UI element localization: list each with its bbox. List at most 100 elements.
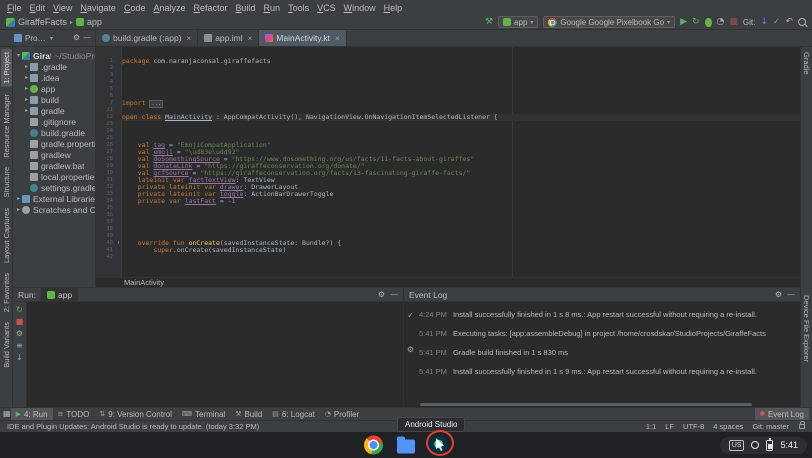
tree-item-gradle[interactable]: ▸.gradle	[13, 61, 95, 72]
chevron-right-icon[interactable]: ▸	[15, 206, 22, 213]
code-line-41[interactable]: 41 super.onCreate(savedInstanceState)	[96, 247, 800, 254]
run-console[interactable]	[27, 302, 403, 407]
log-entry[interactable]: 5:41 PMGradle build finished in 1 s 830 …	[419, 348, 797, 357]
tab-app-iml[interactable]: app.iml×	[198, 30, 259, 46]
tool-button-build[interactable]: ⚒Build	[230, 408, 267, 420]
code-line-37[interactable]: 37	[96, 219, 800, 226]
debug-button[interactable]	[705, 18, 712, 27]
code-line-6[interactable]: 6	[96, 93, 800, 100]
chevron-right-icon[interactable]: ▸	[23, 96, 30, 103]
menu-navigate[interactable]: Navigate	[76, 3, 120, 13]
tree-item-giraffefacts[interactable]: ▾GiraffeFacts~/StudioProjects/GiraffeFac…	[13, 50, 95, 61]
code-line-22[interactable]: 22open class MainActivity : AppCompatAct…	[96, 114, 800, 121]
tree-item-gradle[interactable]: ▸gradle	[13, 105, 95, 116]
search-everywhere-icon[interactable]	[798, 18, 806, 26]
tool-button-profiler[interactable]: ◔Profiler	[320, 408, 364, 420]
code-line-34[interactable]: 34 private var lastFact = -1	[96, 198, 800, 205]
menu-build[interactable]: Build	[232, 3, 260, 13]
tree-item-gitignore[interactable]: .gitignore	[13, 116, 95, 127]
status-message[interactable]: IDE and Plugin Updates: Android Studio i…	[7, 422, 638, 431]
editor-breadcrumb[interactable]: MainActivity	[124, 278, 164, 287]
chevron-right-icon[interactable]: ▸	[23, 74, 30, 81]
hide-panel-icon[interactable]: —	[390, 291, 398, 299]
code-line-1[interactable]: 1package com.naranjaconsal.giraffefacts	[96, 58, 800, 65]
tool-stripe-resource-manager[interactable]: Resource Manager	[1, 91, 12, 161]
scroll-to-end-button[interactable]: ↓	[16, 354, 23, 362]
status-1-1[interactable]: 1:1	[646, 422, 656, 431]
restore-layout-button[interactable]: ≡	[16, 342, 23, 350]
chevron-right-icon[interactable]: ▸	[23, 107, 30, 114]
tree-item-settings-gradle[interactable]: settings.gradle	[13, 182, 95, 193]
menu-vcs[interactable]: VCS	[313, 3, 340, 13]
run-settings-button[interactable]: ⚙	[16, 330, 23, 338]
chevron-down-icon[interactable]: ▾	[15, 52, 22, 59]
close-icon[interactable]: ×	[248, 34, 253, 43]
code-line-3[interactable]: 3	[96, 72, 800, 79]
stop-button[interactable]: ■	[16, 318, 24, 326]
breadcrumb-module[interactable]: app	[87, 17, 102, 27]
lock-icon[interactable]	[799, 424, 805, 429]
tree-item-gradlew-bat[interactable]: gradlew.bat	[13, 160, 95, 171]
tool-button-9-version-control[interactable]: ⇅9: Version Control	[94, 408, 176, 420]
tool-stripe-2-favorites[interactable]: 2: Favorites	[1, 270, 12, 315]
build-hammer-icon[interactable]: ⚒	[485, 18, 493, 27]
profile-button[interactable]: ◔	[717, 18, 725, 27]
close-icon[interactable]: ×	[187, 34, 192, 43]
close-icon[interactable]: ×	[335, 34, 340, 43]
menu-analyze[interactable]: Analyze	[149, 3, 189, 13]
tab-build-gradle-app[interactable]: build.gradle (:app)×	[96, 30, 198, 46]
mark-all-read-button[interactable]: ✓	[407, 312, 414, 320]
code-line-4[interactable]: 4	[96, 79, 800, 86]
code-line-2[interactable]: 2	[96, 65, 800, 72]
menu-code[interactable]: Code	[120, 3, 150, 13]
log-entry[interactable]: 5:41 PMExecuting tasks: [app:assembleDeb…	[419, 329, 797, 338]
code-line-23[interactable]: 23	[96, 121, 800, 128]
files-icon[interactable]	[397, 440, 415, 454]
code-line-24[interactable]: 24	[96, 128, 800, 135]
status-4-spaces[interactable]: 4 spaces	[713, 422, 743, 431]
code-line-5[interactable]: 5	[96, 86, 800, 93]
log-entry[interactable]: 5:41 PMInstall successfully finished in …	[419, 367, 797, 376]
log-entry[interactable]: 4:24 PMInstall successfully finished in …	[419, 310, 797, 319]
tool-button-6-logcat[interactable]: ▤6: Logcat	[267, 408, 320, 420]
tool-stripe-build-variants[interactable]: Build Variants	[1, 319, 12, 371]
hide-panel-icon[interactable]: —	[787, 291, 795, 299]
tree-item-gradle-properties[interactable]: gradle.properties	[13, 138, 95, 149]
menu-view[interactable]: View	[49, 3, 76, 13]
code-line-35[interactable]: 35	[96, 205, 800, 212]
tool-window-switcher-icon[interactable]: ▦	[3, 410, 11, 418]
scrollbar-thumb[interactable]	[420, 403, 753, 406]
code-line-42[interactable]: 42	[96, 254, 800, 261]
tree-item-local-properties[interactable]: local.properties	[13, 171, 95, 182]
tool-button-terminal[interactable]: ⌨Terminal	[177, 408, 230, 420]
rerun-app-button[interactable]: ↻	[16, 306, 23, 314]
gear-icon[interactable]: ⚙	[775, 291, 782, 299]
tool-stripe-gradle[interactable]: Gradle	[801, 49, 812, 78]
tab-mainactivity-kt[interactable]: MainActivity.kt×	[259, 30, 346, 46]
code-editor[interactable]: 1package com.naranjaconsal.giraffefacts2…	[96, 47, 800, 277]
tree-item-external-libraries[interactable]: ▸External Libraries	[13, 193, 95, 204]
chrome-icon[interactable]	[364, 436, 383, 455]
run-config-select[interactable]: app ▾	[498, 16, 538, 28]
tree-item-build[interactable]: ▸build	[13, 94, 95, 105]
breadcrumb-project[interactable]: GiraffeFacts	[18, 17, 67, 27]
tree-item-app[interactable]: ▸app	[13, 83, 95, 94]
tool-stripe-structure[interactable]: Structure	[1, 164, 12, 200]
menu-run[interactable]: Run	[260, 3, 285, 13]
tree-item-idea[interactable]: ▸.idea	[13, 72, 95, 83]
git-commit-button[interactable]: ✓	[773, 18, 781, 27]
code-line-36[interactable]: 36	[96, 212, 800, 219]
tool-stripe-device-file-explorer[interactable]: Device File Explorer	[801, 292, 812, 365]
chevron-right-icon[interactable]: ▸	[23, 85, 30, 92]
tool-button-event-log[interactable]: ●Event Log	[755, 408, 809, 420]
git-update-button[interactable]: ↓	[760, 18, 768, 27]
hide-panel-icon[interactable]: —	[83, 34, 91, 42]
apply-changes-button[interactable]: ↻	[692, 18, 700, 27]
tree-item-scratches-and-consoles[interactable]: ▸Scratches and Consoles	[13, 204, 95, 215]
run-button[interactable]: ▶	[680, 18, 687, 27]
chevron-right-icon[interactable]: ▸	[23, 63, 30, 70]
event-log-settings-button[interactable]: ⚙	[407, 346, 414, 354]
event-log-scrollbar[interactable]	[404, 402, 800, 407]
gear-icon[interactable]: ⚙	[378, 291, 385, 299]
code-line-38[interactable]: 38	[96, 226, 800, 233]
